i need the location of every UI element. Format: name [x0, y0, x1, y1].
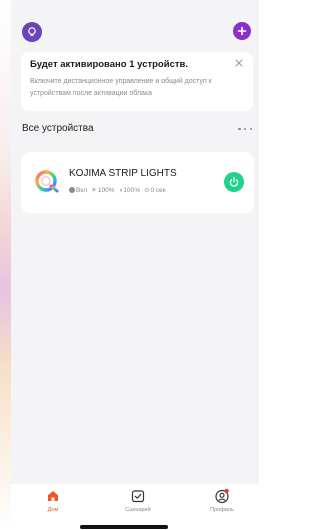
profile-icon — [215, 488, 229, 504]
app-screen: Будет активировано 1 устройств. Включите… — [11, 0, 259, 530]
tab-profile-label: Профиль — [210, 507, 234, 513]
notice-title: Будет активировано 1 устройств. — [30, 59, 188, 70]
color-temp-value: 100% — [123, 186, 141, 194]
devices-section-title: Все устройства — [22, 123, 94, 134]
color-temp-icon: ◑ — [118, 186, 123, 194]
home-switch-icon[interactable] — [22, 22, 42, 42]
brightness-stat: ☀ 100% — [91, 186, 115, 195]
more-icon[interactable] — [238, 124, 252, 134]
top-bar — [11, 0, 259, 52]
activation-notice: Будет активировано 1 устройств. Включите… — [21, 52, 253, 111]
status-stat: Вкл — [69, 187, 87, 194]
more-dot — [238, 127, 241, 131]
power-button[interactable] — [224, 172, 244, 192]
timer-stat: ⊙ 0 сек — [144, 186, 166, 195]
device-stats: Вкл ☀ 100% ◑ 100% ⊙ 0 сек — [69, 186, 166, 194]
status-value: Вкл — [76, 186, 88, 194]
more-dot — [243, 127, 247, 131]
tab-scenario[interactable]: Сценарий — [108, 488, 168, 518]
plus-icon — [237, 26, 247, 36]
tab-profile[interactable]: Профиль — [192, 488, 252, 518]
tab-scenario-label: Сценарий — [125, 507, 151, 513]
rainbow-ring-icon — [35, 170, 59, 193]
bottom-tab-bar: Дом Сценарий Профиль — [11, 484, 259, 530]
tab-home[interactable]: Дом — [23, 488, 83, 518]
color-temp-stat: ◑ 100% — [119, 187, 141, 194]
timer-icon: ⊙ — [144, 187, 150, 194]
device-card[interactable]: KOJIMA STRIP LIGHTS Вкл ☀ 100% ◑ 100% ⊙ … — [21, 152, 254, 213]
bulb-glyph — [28, 27, 36, 36]
add-device-button[interactable] — [233, 22, 251, 40]
home-icon — [48, 491, 58, 501]
wallpaper-edge — [0, 0, 11, 530]
device-name: KOJIMA STRIP LIGHTS — [69, 168, 177, 179]
power-icon — [229, 176, 239, 187]
brightness-icon: ☀ — [91, 187, 97, 194]
brightness-value: 100% — [97, 186, 115, 194]
notice-body: Включите дистанционное управление и общи… — [30, 78, 212, 97]
more-dot — [249, 127, 252, 131]
close-icon[interactable] — [234, 58, 244, 68]
tab-home-label: Дом — [47, 507, 59, 513]
power-status-icon — [69, 187, 75, 193]
home-indicator — [80, 525, 168, 529]
checkbox-icon — [131, 490, 145, 503]
timer-value: 0 сек — [150, 186, 166, 194]
